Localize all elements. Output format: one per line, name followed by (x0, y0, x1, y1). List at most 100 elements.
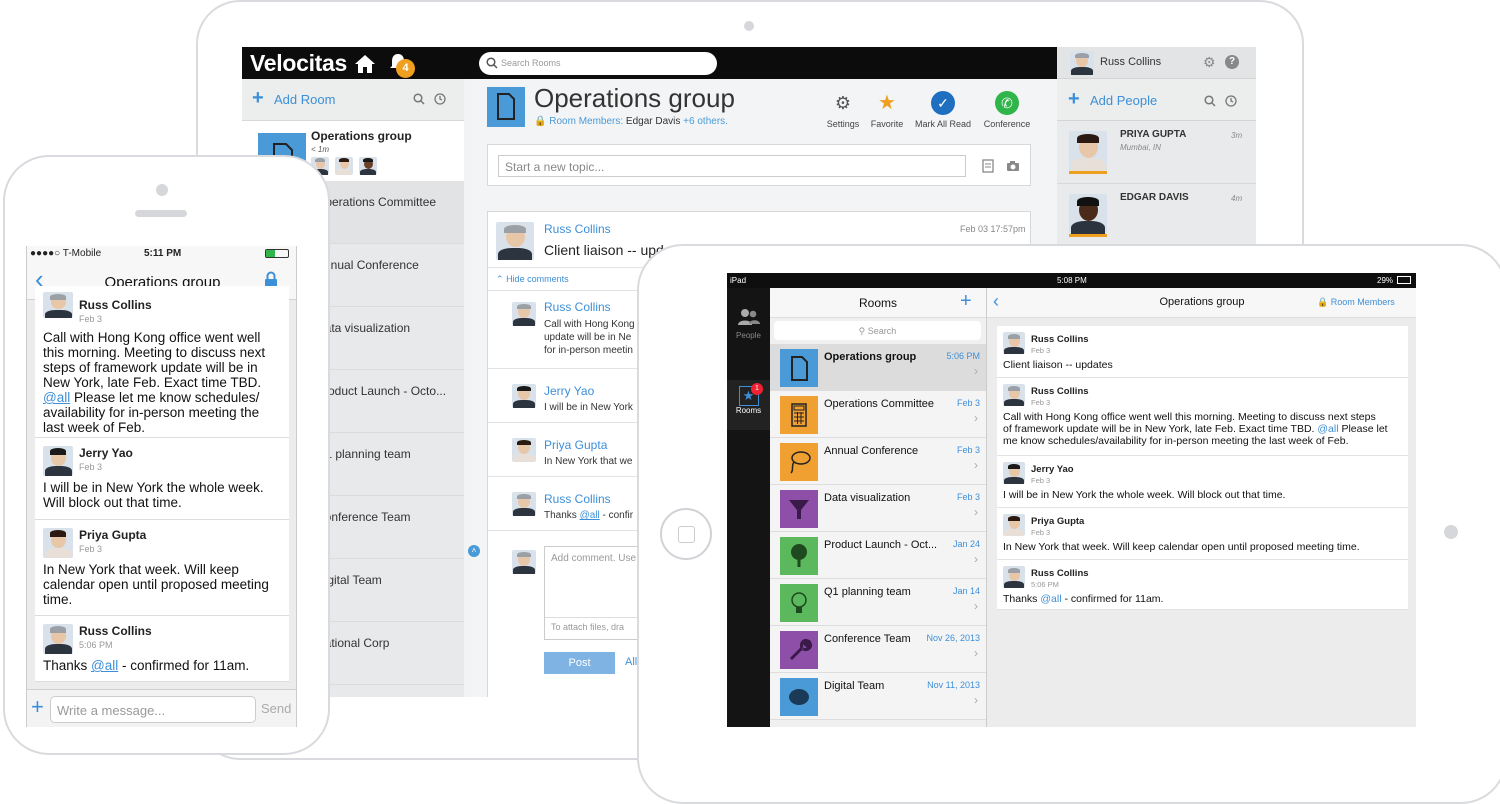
people-nav-label: People (736, 331, 761, 340)
wrench-icon (780, 631, 818, 669)
mark-all-read-button[interactable]: ✓ Mark All Read (901, 91, 985, 129)
avatar (1069, 131, 1107, 171)
post-button[interactable]: Post (544, 652, 615, 674)
laptop-camera (744, 21, 754, 31)
avatar (512, 438, 536, 462)
room-name: Data visualization (316, 321, 411, 335)
lock-icon: 🔒 (1317, 297, 1329, 307)
rooms-title: Rooms (858, 296, 897, 310)
message-text: Thanks @all - confirmed for 11am. (43, 658, 250, 673)
tablet-room-item[interactable]: Operations group 5:06 PM › (770, 344, 986, 391)
document-icon[interactable] (982, 159, 994, 173)
person-item[interactable]: EDGAR DAVIS 4m (1057, 184, 1256, 247)
tablet-room-item[interactable]: Product Launch - Oct... Jan 24 › (770, 532, 986, 579)
comment-text: Thanks @all - confir (544, 510, 634, 521)
avatar (43, 528, 73, 558)
phone-app: ●●●●○ T-Mobile 5:11 PM ‹ Operations grou… (26, 246, 297, 727)
message-text: In New York that week. Will keep calendar… (43, 562, 269, 607)
lock-icon: 🔒 (534, 116, 547, 127)
user-name[interactable]: Russ Collins (1100, 56, 1161, 68)
avatar[interactable] (1070, 51, 1094, 75)
room-name: Conference Team (824, 633, 911, 645)
room-members[interactable]: 🔒 Room Members: Edgar Davis +6 others. (534, 116, 728, 127)
mark-all-read-label: Mark All Read (914, 119, 972, 129)
room-members-button[interactable]: 🔒 Room Members (1317, 297, 1395, 308)
search-rooms-input[interactable]: Search Rooms (479, 52, 717, 75)
plus-icon[interactable]: + (31, 694, 44, 720)
message-date: Feb 3 (1031, 528, 1051, 537)
add-people-button[interactable]: Add People (1090, 93, 1157, 108)
gear-icon[interactable]: ⚙ (1203, 54, 1216, 71)
comment-input[interactable]: Add comment. Use To attach files, dra (544, 546, 645, 640)
post-time: Feb 03 17:57pm (960, 224, 1026, 234)
hide-comments-link[interactable]: ⌃ Hide comments (496, 274, 569, 285)
room-name: Annual Conference (316, 258, 419, 272)
phone-camera (156, 184, 168, 196)
tablet-search-input[interactable]: ⚲ Search (774, 321, 981, 340)
person-time: 3m (1231, 131, 1243, 140)
add-room-button[interactable]: Add Room (274, 92, 335, 107)
room-name: Q1 planning team (316, 447, 411, 461)
plus-icon[interactable]: + (252, 87, 264, 110)
tablet-room-item[interactable]: Conference Team Nov 26, 2013 › (770, 626, 986, 673)
tablet-room-item[interactable]: Digital Team Nov 11, 2013 › (770, 673, 986, 720)
people-icon (737, 309, 760, 325)
person-item[interactable]: PRIYA GUPTA Mumbai, IN 3m (1057, 121, 1256, 184)
clock-icon[interactable] (434, 93, 446, 105)
tree-icon (780, 537, 818, 575)
message-author: Russ Collins (1031, 334, 1089, 345)
search-label: Search (867, 326, 897, 336)
message-date: Feb 3 (1031, 398, 1051, 407)
avatar (359, 157, 377, 175)
message-text: In New York that week. Will keep calenda… (1003, 541, 1360, 553)
all-link[interactable]: All (625, 656, 637, 668)
send-button[interactable]: Send (261, 701, 291, 716)
comment-author[interactable]: Jerry Yao (544, 384, 594, 398)
tablet-message: Priya Gupta Feb 3 In New York that week. … (997, 508, 1408, 560)
conference-button[interactable]: ✆ Conference (977, 91, 1037, 129)
avatar (1003, 384, 1025, 406)
brain-icon (780, 678, 818, 716)
gear-icon: ⚙ (834, 93, 852, 113)
tablet-rooms-list: Rooms + ⚲ Search Operations group 5:06 PM… (770, 288, 986, 727)
add-room-icon[interactable]: + (960, 290, 972, 313)
scroll-up-icon[interactable]: ˄ (468, 545, 480, 557)
tablet-room-item[interactable]: Annual Conference Feb 3 › (770, 438, 986, 485)
search-icon[interactable] (413, 93, 425, 105)
room-date: Feb 3 (956, 445, 980, 455)
help-icon[interactable]: ? (1225, 55, 1239, 69)
tablet-room-item[interactable]: Operations Committee Feb 3 › (770, 391, 986, 438)
room-name: Annual Conference (824, 445, 919, 457)
status-bar (1069, 171, 1107, 174)
comment-author[interactable]: Russ Collins (544, 300, 611, 314)
phone-compose-bar: + Write a message... Send (27, 689, 296, 727)
people-nav[interactable]: People (727, 308, 770, 340)
room-date: Feb 3 (956, 492, 980, 502)
avatar (43, 292, 73, 318)
search-icon[interactable] (1204, 95, 1216, 107)
rooms-nav[interactable]: ★ 1 Rooms (727, 380, 770, 430)
clock-icon[interactable] (1225, 95, 1237, 107)
tablet-room-item[interactable]: Q1 planning team Jan 14 › (770, 579, 986, 626)
home-icon[interactable] (354, 54, 376, 79)
chevron-right-icon: › (974, 646, 978, 660)
comment-author[interactable]: Russ Collins (544, 492, 611, 506)
notification-badge: 4 (396, 59, 415, 78)
comment-author[interactable]: Priya Gupta (544, 438, 607, 452)
tablet-room-item[interactable]: Data visualization Feb 3 › (770, 485, 986, 532)
message-input[interactable]: Write a message... (50, 696, 256, 723)
phone-message: Priya Gupta Feb 3 In New York that week.… (35, 520, 289, 616)
plus-icon[interactable]: + (1068, 88, 1080, 111)
phone-status-bar: ●●●●○ T-Mobile 5:11 PM (27, 246, 296, 262)
room-name: Operations group (311, 129, 412, 143)
comment-text: I will be in New York (544, 402, 633, 413)
room-date: 5:06 PM (946, 351, 980, 361)
post-author[interactable]: Russ Collins (544, 222, 611, 236)
phone-icon: ✆ (995, 91, 1019, 115)
room-name: Conference Team (316, 510, 411, 524)
add-people-bar: + Add People (1057, 79, 1256, 121)
message-date: Feb 3 (79, 462, 103, 472)
avatar (1003, 514, 1025, 536)
new-topic-input[interactable]: Start a new topic... (498, 155, 966, 177)
camera-icon[interactable] (1006, 160, 1020, 172)
